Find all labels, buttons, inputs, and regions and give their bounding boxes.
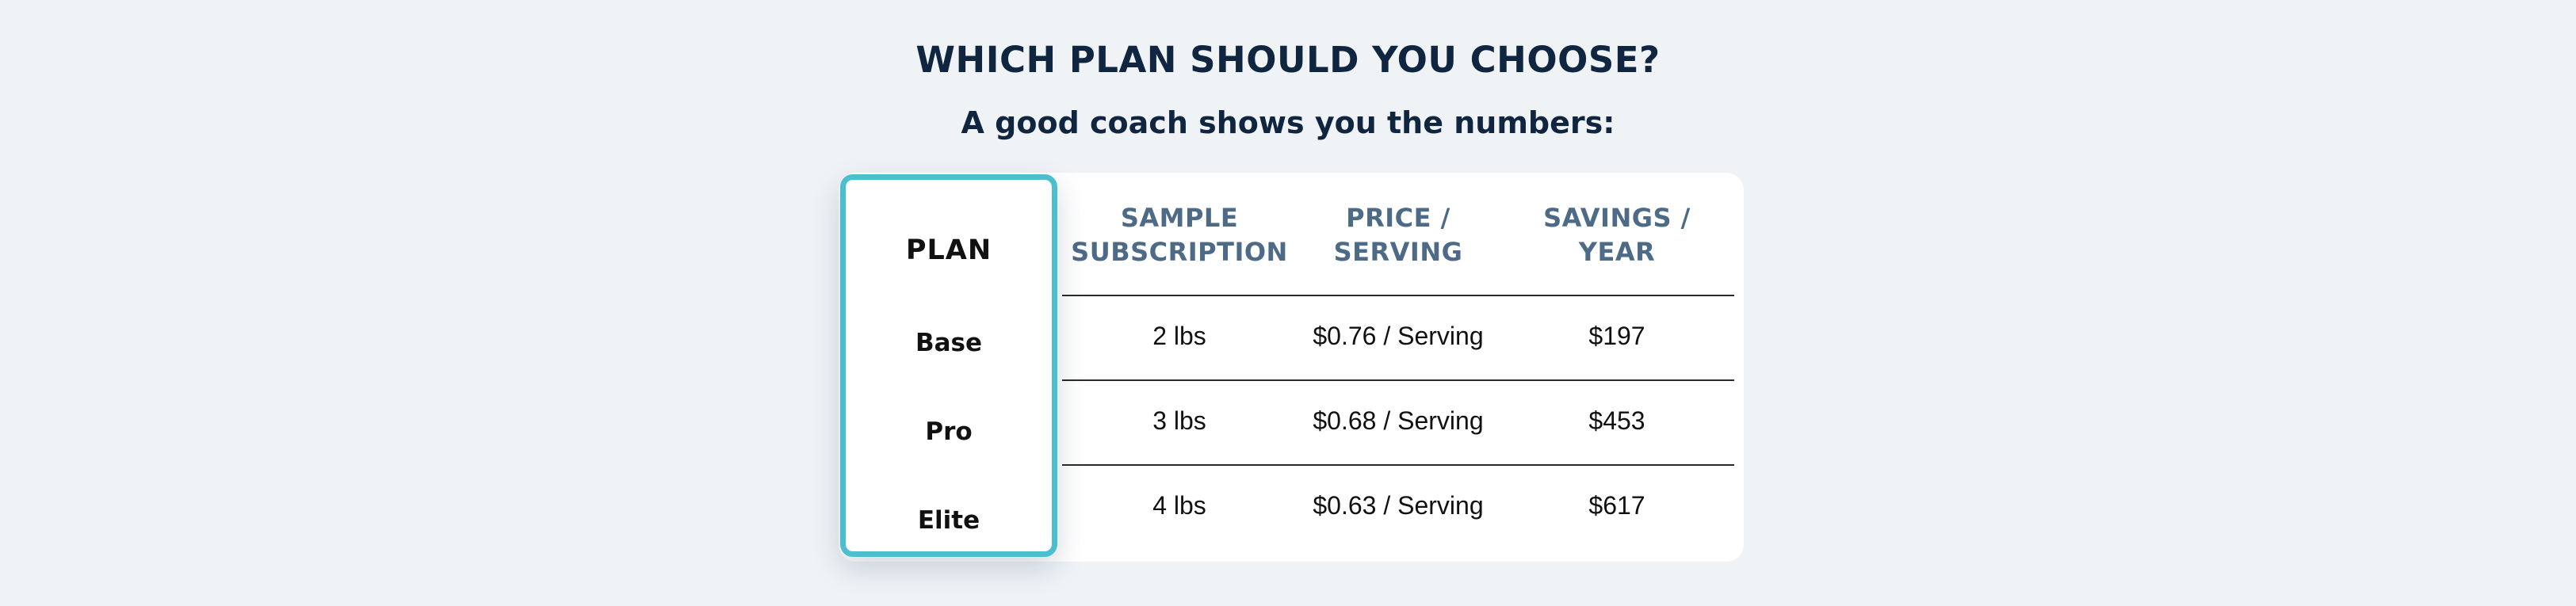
column-header-line: SUBSCRIPTION <box>1071 237 1288 267</box>
table-cell-savings: $453 <box>1588 406 1645 435</box>
page-subtitle: A good coach shows you the numbers: <box>961 105 1615 140</box>
plan-name-elite: Elite <box>917 506 980 535</box>
page-title: WHICH PLAN SHOULD YOU CHOOSE? <box>915 39 1661 81</box>
plan-name-pro: Pro <box>925 417 973 446</box>
column-header-sample-subscription: SAMPLE SUBSCRIPTION <box>1062 201 1297 269</box>
table-cell-price: $0.76 / Serving <box>1313 322 1484 350</box>
column-header-savings-per-year: SAVINGS / YEAR <box>1500 201 1734 269</box>
column-header-line: SAVINGS / <box>1543 203 1691 233</box>
table-cell-savings: $197 <box>1588 322 1645 350</box>
table-cell-savings: $617 <box>1588 491 1645 520</box>
table-cell-subscription: 2 lbs <box>1152 322 1206 350</box>
table-divider <box>1062 295 1734 296</box>
column-header-line: PRICE / <box>1346 203 1450 233</box>
column-header-line: SAMPLE <box>1120 203 1239 233</box>
table-cell-subscription: 4 lbs <box>1152 491 1206 520</box>
table-cell-price: $0.68 / Serving <box>1313 406 1484 435</box>
plan-name-base: Base <box>915 329 983 357</box>
column-header-price-per-serving: PRICE / SERVING <box>1297 201 1500 269</box>
table-cell-subscription: 3 lbs <box>1152 406 1206 435</box>
table-cell-price: $0.63 / Serving <box>1313 491 1484 520</box>
plan-column: PLAN Base Pro Elite <box>840 174 1057 557</box>
table-divider <box>1062 464 1734 466</box>
column-header-line: SERVING <box>1333 237 1463 267</box>
table-divider <box>1062 379 1734 381</box>
column-header-line: YEAR <box>1578 237 1656 267</box>
plan-column-header: PLAN <box>905 234 992 266</box>
